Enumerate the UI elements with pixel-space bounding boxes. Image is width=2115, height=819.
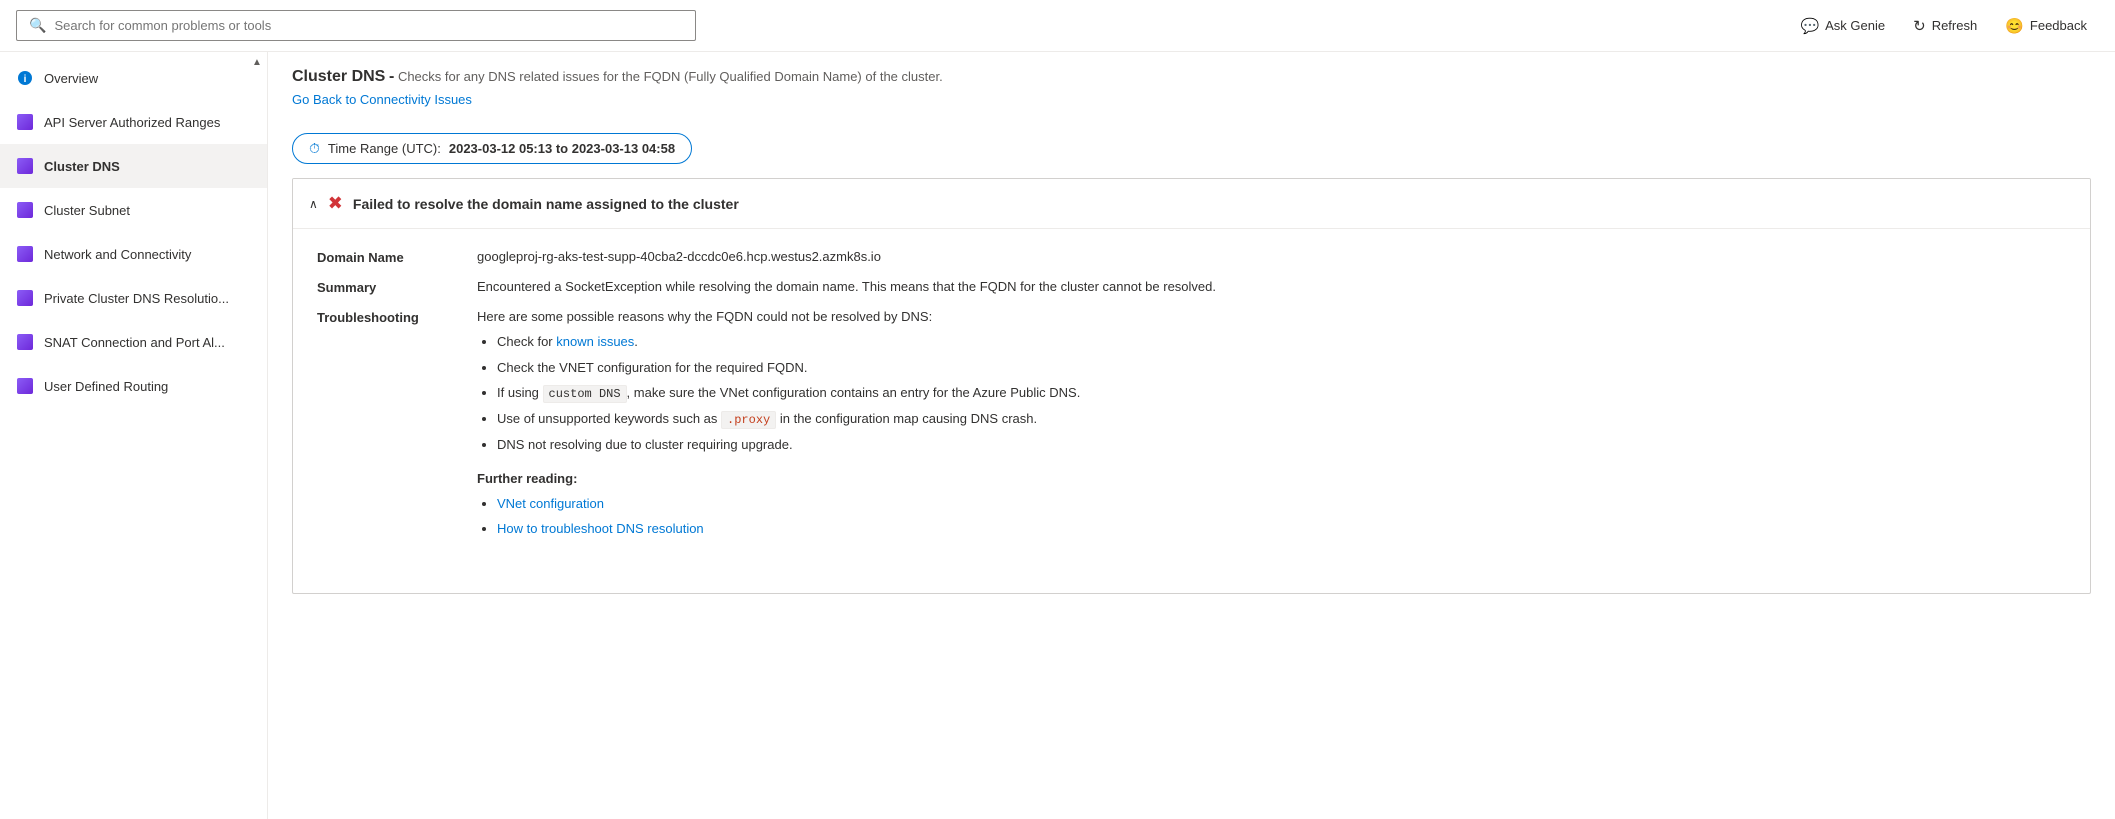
summary-value: Encountered a SocketException while reso… bbox=[477, 279, 2066, 294]
title-separator: - bbox=[389, 68, 394, 85]
page-header: Cluster DNS - Checks for any DNS related… bbox=[292, 68, 2091, 107]
proxy-code: .proxy bbox=[721, 411, 776, 429]
result-card: ∧ ✖ Failed to resolve the domain name as… bbox=[292, 178, 2091, 594]
list-item-known-issues: Check for known issues. bbox=[497, 332, 2066, 352]
list-item-dns-troubleshoot-link: How to troubleshoot DNS resolution bbox=[497, 519, 2066, 539]
clock-icon: ⏱ bbox=[309, 140, 320, 157]
sidebar-item-network-connectivity[interactable]: Network and Connectivity bbox=[0, 232, 267, 276]
sidebar-item-api-server-label: API Server Authorized Ranges bbox=[44, 115, 220, 130]
overview-icon: i bbox=[16, 69, 34, 87]
sidebar-item-overview-label: Overview bbox=[44, 71, 98, 86]
genie-icon: 💬 bbox=[1800, 17, 1819, 35]
back-link[interactable]: Go Back to Connectivity Issues bbox=[292, 92, 472, 107]
further-reading-list: VNet configuration How to troubleshoot D… bbox=[477, 494, 2066, 539]
feedback-button[interactable]: 😊 Feedback bbox=[1993, 11, 2099, 41]
custom-dns-code: custom DNS bbox=[543, 385, 627, 403]
troubleshooting-row: Troubleshooting Here are some possible r… bbox=[317, 309, 2066, 559]
sidebar-item-user-routing[interactable]: User Defined Routing bbox=[0, 364, 267, 408]
domain-name-value: googleproj-rg-aks-test-supp-40cba2-dccdc… bbox=[477, 249, 2066, 264]
time-range-value: 2023-03-12 05:13 to 2023-03-13 04:58 bbox=[449, 141, 675, 156]
page-subtitle: Checks for any DNS related issues for th… bbox=[398, 69, 943, 84]
card-body: Domain Name googleproj-rg-aks-test-supp-… bbox=[293, 229, 2090, 593]
error-icon: ✖ bbox=[328, 193, 343, 214]
list-item-upgrade: DNS not resolving due to cluster requiri… bbox=[497, 435, 2066, 455]
svg-text:i: i bbox=[24, 74, 27, 85]
refresh-button[interactable]: ↻ Refresh bbox=[1901, 11, 1989, 41]
page-title-row: Cluster DNS - Checks for any DNS related… bbox=[292, 68, 2091, 86]
known-issues-link[interactable]: known issues bbox=[556, 334, 634, 349]
user-routing-icon bbox=[16, 377, 34, 395]
private-cluster-icon bbox=[16, 289, 34, 307]
topbar: 🔍 💬 Ask Genie ↻ Refresh 😊 Feedback bbox=[0, 0, 2115, 52]
network-connectivity-icon bbox=[16, 245, 34, 263]
main-content: Cluster DNS - Checks for any DNS related… bbox=[268, 52, 2115, 819]
search-box[interactable]: 🔍 bbox=[16, 10, 696, 41]
sidebar: ▲ i Overview API Server Authorized Range… bbox=[0, 52, 268, 819]
refresh-icon: ↻ bbox=[1913, 17, 1926, 35]
vnet-config-link[interactable]: VNet configuration bbox=[497, 496, 604, 511]
sidebar-item-overview[interactable]: i Overview bbox=[0, 56, 267, 100]
list-item-proxy: Use of unsupported keywords such as .pro… bbox=[497, 409, 2066, 429]
time-range-label: Time Range (UTC): bbox=[328, 141, 441, 156]
troubleshooting-intro: Here are some possible reasons why the F… bbox=[477, 309, 2066, 324]
sidebar-scroll-up[interactable]: ▲ bbox=[247, 52, 267, 72]
page-title: Cluster DNS bbox=[292, 68, 385, 85]
api-server-icon bbox=[16, 113, 34, 131]
search-input[interactable] bbox=[54, 18, 683, 33]
sidebar-item-cluster-dns[interactable]: Cluster DNS bbox=[0, 144, 267, 188]
snat-icon bbox=[16, 333, 34, 351]
ask-genie-button[interactable]: 💬 Ask Genie bbox=[1788, 11, 1897, 41]
domain-name-label: Domain Name bbox=[317, 249, 477, 265]
sidebar-item-api-server[interactable]: API Server Authorized Ranges bbox=[0, 100, 267, 144]
sidebar-item-private-cluster[interactable]: Private Cluster DNS Resolutio... bbox=[0, 276, 267, 320]
layout: ▲ i Overview API Server Authorized Range… bbox=[0, 52, 2115, 819]
troubleshooting-label: Troubleshooting bbox=[317, 309, 477, 325]
search-icon: 🔍 bbox=[29, 17, 46, 34]
list-item-custom-dns: If using custom DNS, make sure the VNet … bbox=[497, 383, 2066, 403]
sidebar-item-snat-label: SNAT Connection and Port Al... bbox=[44, 335, 225, 350]
further-reading-label: Further reading: bbox=[477, 471, 2066, 486]
domain-name-row: Domain Name googleproj-rg-aks-test-supp-… bbox=[317, 249, 2066, 265]
list-item-vnet-config: Check the VNET configuration for the req… bbox=[497, 358, 2066, 378]
dns-troubleshoot-link[interactable]: How to troubleshoot DNS resolution bbox=[497, 521, 704, 536]
troubleshooting-content: Here are some possible reasons why the F… bbox=[477, 309, 2066, 545]
sidebar-item-cluster-subnet[interactable]: Cluster Subnet bbox=[0, 188, 267, 232]
sidebar-item-cluster-dns-label: Cluster DNS bbox=[44, 159, 120, 174]
card-title: Failed to resolve the domain name assign… bbox=[353, 196, 739, 212]
list-item-vnet-link: VNet configuration bbox=[497, 494, 2066, 514]
summary-label: Summary bbox=[317, 279, 477, 295]
sidebar-item-snat[interactable]: SNAT Connection and Port Al... bbox=[0, 320, 267, 364]
troubleshooting-list: Check for known issues. Check the VNET c… bbox=[477, 332, 2066, 455]
feedback-icon: 😊 bbox=[2005, 17, 2024, 35]
time-range-bar[interactable]: ⏱ Time Range (UTC): 2023-03-12 05:13 to … bbox=[292, 133, 692, 164]
sidebar-item-cluster-subnet-label: Cluster Subnet bbox=[44, 203, 130, 218]
cluster-dns-icon bbox=[16, 157, 34, 175]
summary-row: Summary Encountered a SocketException wh… bbox=[317, 279, 2066, 295]
cluster-subnet-icon bbox=[16, 201, 34, 219]
topbar-actions: 💬 Ask Genie ↻ Refresh 😊 Feedback bbox=[1788, 11, 2099, 41]
sidebar-item-network-connectivity-label: Network and Connectivity bbox=[44, 247, 191, 262]
sidebar-item-user-routing-label: User Defined Routing bbox=[44, 379, 168, 394]
collapse-button[interactable]: ∧ bbox=[309, 197, 318, 211]
sidebar-item-private-cluster-label: Private Cluster DNS Resolutio... bbox=[44, 291, 229, 306]
card-header: ∧ ✖ Failed to resolve the domain name as… bbox=[293, 179, 2090, 229]
